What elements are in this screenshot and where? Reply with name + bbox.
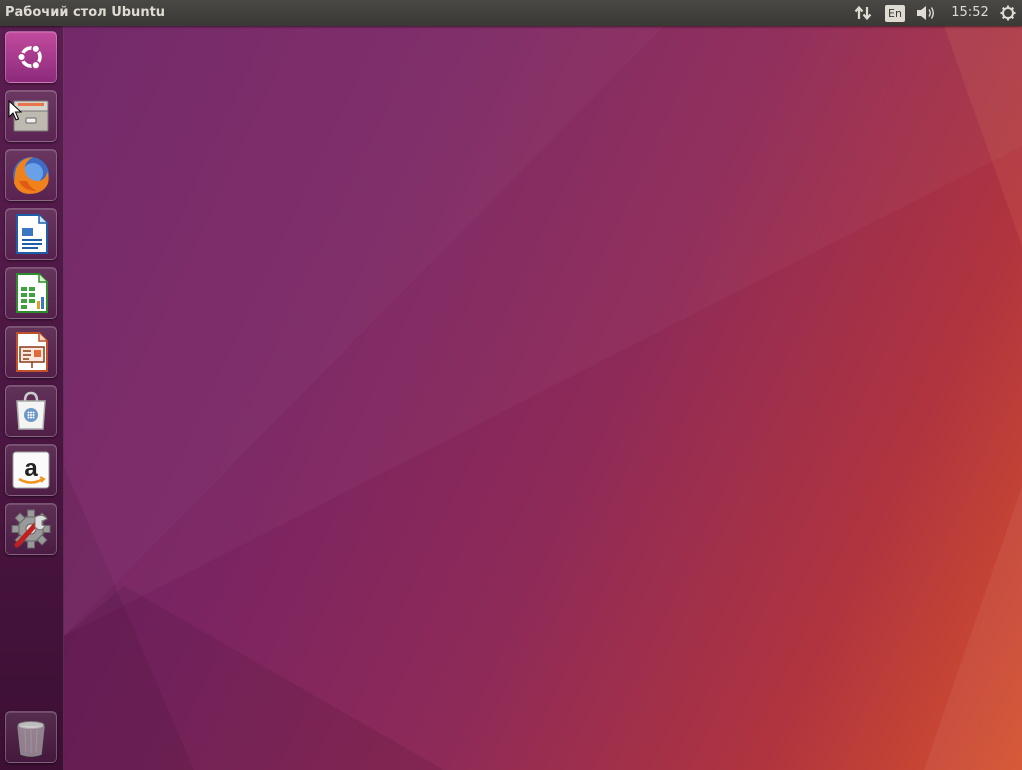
launcher-item-trash[interactable] xyxy=(5,711,57,763)
launcher-item-software[interactable] xyxy=(5,385,57,437)
panel-title[interactable]: Рабочий стол Ubuntu xyxy=(5,0,165,26)
launcher-item-dash[interactable] xyxy=(5,31,57,83)
power-gear-icon[interactable] xyxy=(998,0,1018,26)
speaker-volume-icon[interactable] xyxy=(914,0,938,26)
svg-text:a: a xyxy=(24,455,38,482)
launcher-item-calc[interactable] xyxy=(5,267,57,319)
firefox-icon xyxy=(13,157,49,194)
writer-document-icon xyxy=(16,214,48,254)
desktop-wallpaper[interactable] xyxy=(64,26,1022,770)
launcher-item-settings[interactable] xyxy=(5,503,57,555)
trash-can-icon xyxy=(17,721,45,757)
wallpaper-pattern xyxy=(64,26,1022,770)
network-updown-icon[interactable] xyxy=(852,0,874,26)
settings-wrench-gear-icon xyxy=(11,509,51,549)
impress-presentation-icon xyxy=(16,332,48,372)
launcher-item-impress[interactable] xyxy=(5,326,57,378)
launcher: a xyxy=(0,26,64,770)
launcher-item-amazon[interactable]: a xyxy=(5,444,57,496)
mouse-cursor-icon xyxy=(8,100,22,121)
launcher-item-firefox[interactable] xyxy=(5,149,57,201)
calc-spreadsheet-icon xyxy=(16,273,48,313)
keyboard-layout-indicator[interactable]: En xyxy=(885,5,905,22)
shopping-bag-icon xyxy=(16,391,46,430)
ubuntu-logo-icon xyxy=(16,44,42,70)
top-panel: Рабочий стол Ubuntu En 15:52 xyxy=(0,0,1022,26)
clock[interactable]: 15:52 xyxy=(950,0,990,26)
launcher-item-writer[interactable] xyxy=(5,208,57,260)
amazon-icon: a xyxy=(12,451,50,489)
